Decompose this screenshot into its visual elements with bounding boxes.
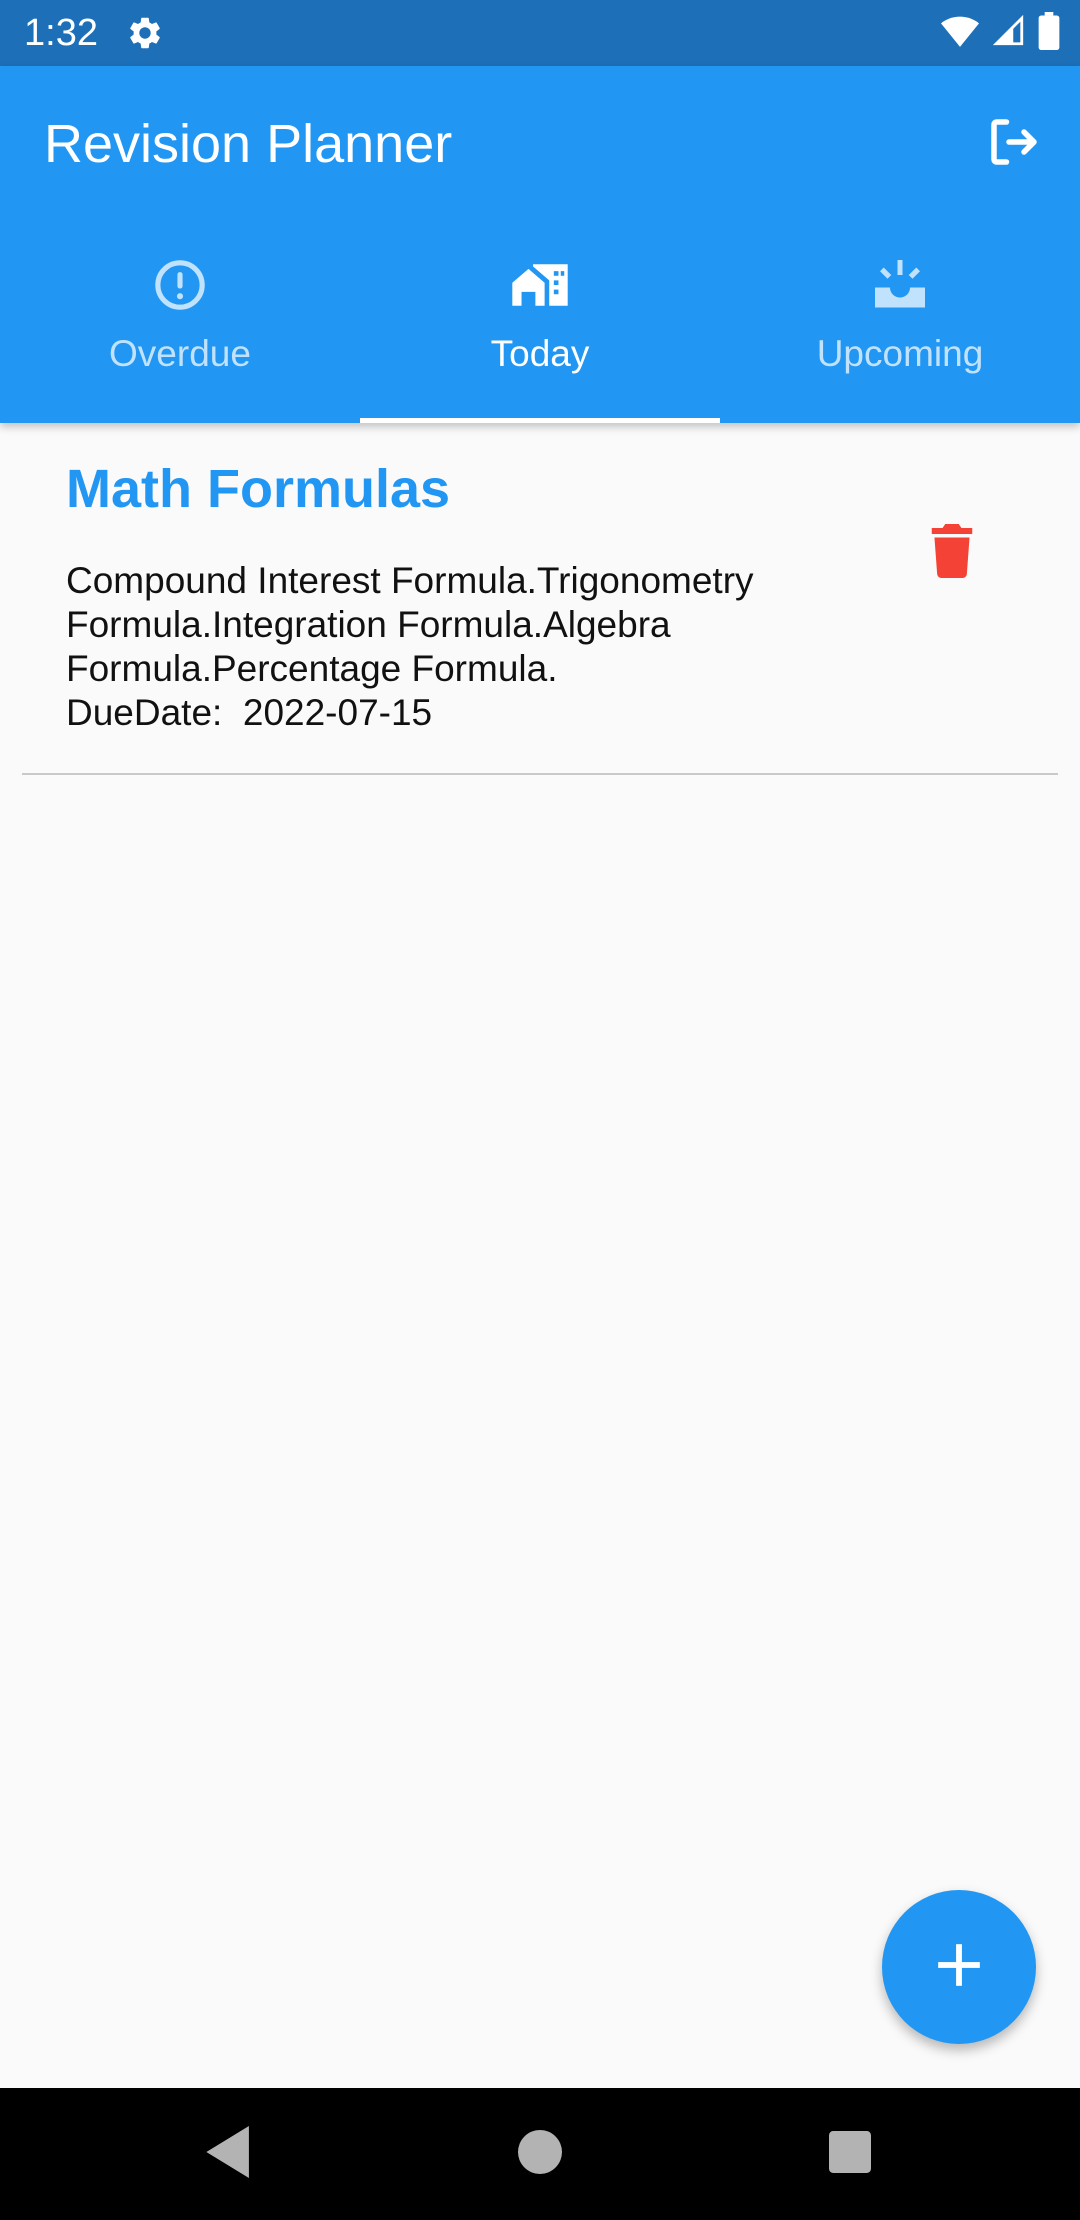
battery-icon [1038, 11, 1060, 55]
tab-today[interactable]: Today [360, 233, 720, 423]
tab-overdue[interactable]: Overdue [0, 233, 360, 423]
back-icon [206, 2125, 254, 2183]
home-icon [518, 2129, 562, 2179]
tab-label-today: Today [490, 333, 590, 374]
item-body: Compound Interest Formula.Trigonometry F… [66, 559, 856, 735]
alert-circle-icon [150, 255, 210, 315]
add-button[interactable] [882, 1890, 1036, 2044]
tab-bar: Overdue Today Upcoming [0, 233, 1080, 423]
item-due-date-row: DueDate: 2022-07-15 [66, 691, 856, 735]
due-date-value: 2022-07-15 [242, 692, 433, 733]
home-work-icon [510, 255, 570, 315]
upcoming-icon [870, 255, 930, 315]
tab-label-overdue: Overdue [109, 333, 251, 374]
signal-icon [992, 14, 1026, 53]
back-button[interactable] [200, 2124, 260, 2184]
screen: 1:32 Revision Planner Overdue Today Upco… [0, 0, 1080, 2220]
plus-icon [934, 1940, 984, 1995]
trash-icon [930, 523, 974, 583]
list-item[interactable]: Math Formulas Compound Interest Formula.… [22, 423, 1058, 775]
tab-label-upcoming: Upcoming [816, 333, 984, 374]
wifi-icon [940, 14, 980, 53]
logout-icon [984, 112, 1044, 177]
recents-button[interactable] [820, 2124, 880, 2184]
status-bar: 1:32 [0, 0, 1080, 66]
delete-button[interactable] [916, 517, 988, 589]
status-time: 1:32 [24, 12, 98, 54]
tab-upcoming[interactable]: Upcoming [720, 233, 1080, 423]
item-description: Compound Interest Formula.Trigonometry F… [66, 560, 754, 689]
home-button[interactable] [510, 2124, 570, 2184]
settings-icon [126, 14, 164, 52]
status-icons [940, 11, 1060, 55]
due-date-label: DueDate: [66, 692, 243, 733]
logout-button[interactable] [978, 108, 1050, 180]
page-title: Revision Planner [44, 114, 453, 174]
system-nav-bar [0, 2088, 1080, 2220]
app-bar: Revision Planner Overdue Today Upcoming [0, 66, 1080, 423]
recents-icon [829, 2130, 871, 2178]
item-title: Math Formulas [66, 459, 451, 519]
